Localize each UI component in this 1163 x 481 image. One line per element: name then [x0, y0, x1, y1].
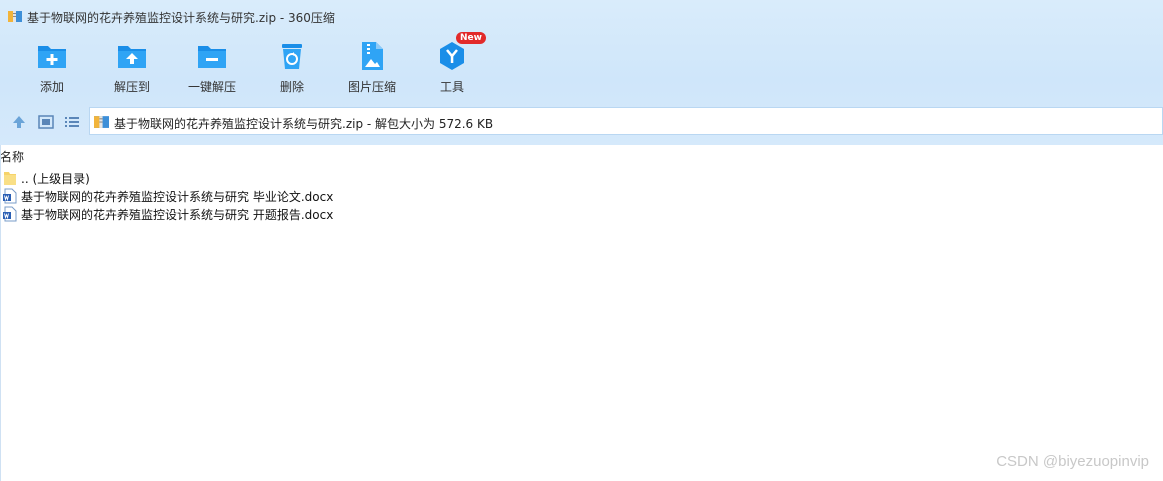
file-list: 名称 .. (上级目录) 基于物联网的花卉养殖监控设计系统与研究 毕业论文.do… [0, 145, 1163, 481]
archive-icon [94, 116, 109, 128]
tools-icon [440, 42, 464, 70]
list-item[interactable]: .. (上级目录) [3, 169, 303, 186]
tools-button[interactable]: New 工具 [412, 32, 492, 100]
extract-to-icon [118, 46, 146, 68]
delete-button[interactable]: 删除 [252, 34, 332, 100]
extract-to-button[interactable]: 解压到 [92, 34, 172, 100]
watermark: CSDN @biyezuopinvip [996, 453, 1149, 470]
list-item[interactable]: 基于物联网的花卉养殖监控设计系统与研究 开题报告.docx [3, 205, 403, 222]
list-item-name: .. (上级目录) [21, 172, 90, 186]
list-item-name: 基于物联网的花卉养殖监控设计系统与研究 开题报告.docx [21, 208, 334, 222]
add-folder-icon [38, 46, 66, 68]
add-label: 添加 [39, 80, 64, 94]
list-item[interactable]: 基于物联网的花卉养殖监控设计系统与研究 毕业论文.docx [3, 187, 403, 204]
word-doc-icon [3, 206, 17, 222]
add-button[interactable]: 添加 [12, 34, 92, 100]
word-doc-icon [3, 188, 17, 204]
archive-icon [8, 11, 22, 22]
thumbnail-view-icon[interactable] [38, 114, 54, 130]
one-click-extract-button[interactable]: 一键解压 [172, 34, 252, 100]
up-arrow-icon[interactable] [11, 114, 27, 130]
path-text: 基于物联网的花卉养殖监控设计系统与研究.zip - 解包大小为 572.6 KB [114, 117, 494, 131]
window-title: 基于物联网的花卉养殖监控设计系统与研究.zip - 360压缩 [27, 11, 335, 25]
list-item-name: 基于物联网的花卉养殖监控设计系统与研究 毕业论文.docx [21, 190, 334, 204]
new-badge: New [456, 32, 486, 44]
folder-icon [4, 172, 16, 185]
image-compress-icon [362, 42, 383, 70]
image-compress-button[interactable]: 图片压缩 [332, 34, 412, 100]
list-view-icon[interactable] [64, 114, 80, 130]
path-bar[interactable]: 基于物联网的花卉养殖监控设计系统与研究.zip - 解包大小为 572.6 KB [89, 107, 1163, 135]
title-bar: 基于物联网的花卉养殖监控设计系统与研究.zip - 360压缩 [0, 0, 1163, 32]
image-compress-label: 图片压缩 [347, 80, 396, 94]
delete-icon [282, 44, 302, 69]
one-click-extract-icon [198, 46, 226, 68]
extract-to-label: 解压到 [113, 80, 150, 94]
column-header-name[interactable]: 名称 [0, 148, 24, 165]
one-click-extract-label: 一键解压 [187, 80, 236, 94]
list-border [0, 145, 1, 481]
delete-label: 删除 [279, 80, 304, 94]
tools-label: 工具 [439, 80, 464, 94]
